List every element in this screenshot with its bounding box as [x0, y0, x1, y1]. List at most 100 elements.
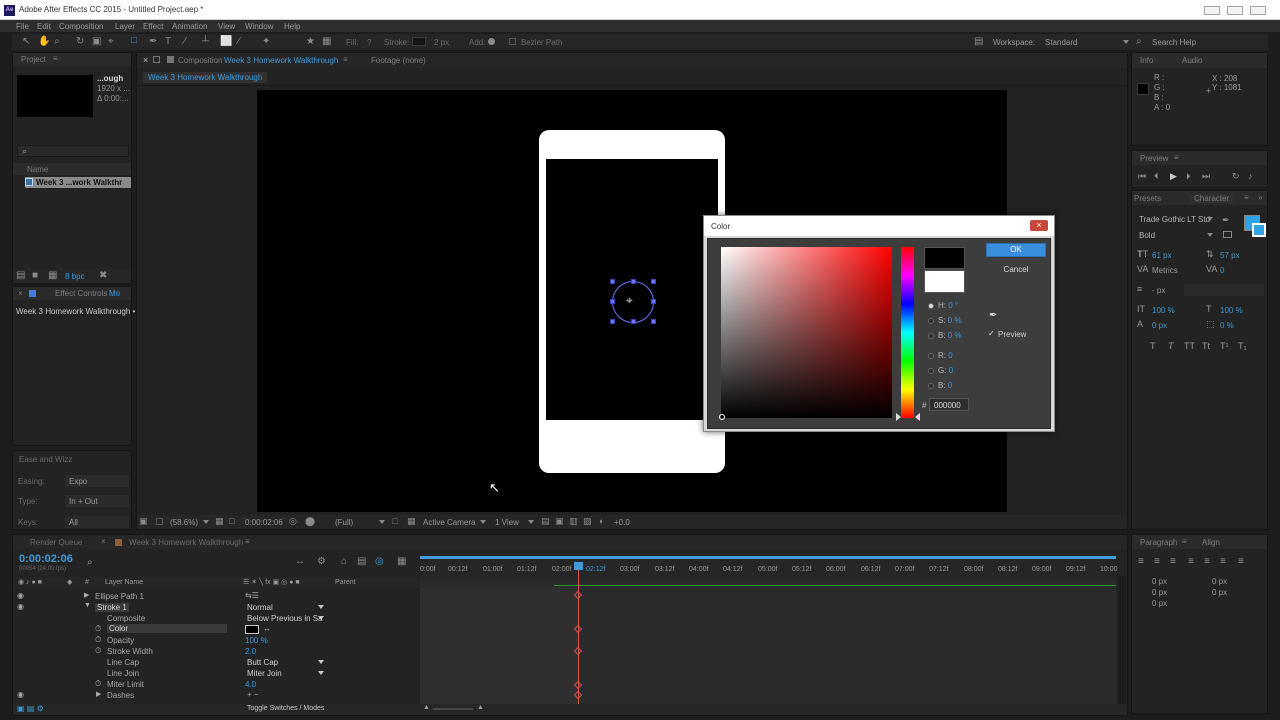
small-caps-icon[interactable]: Tt	[1202, 341, 1210, 351]
ok-button[interactable]: OK	[986, 243, 1046, 257]
layer-row-dashes[interactable]: ◉ ▶ Dashes + −	[17, 690, 431, 701]
ellipse-handle-bc[interactable]	[631, 319, 636, 324]
color-eyedropper-icon[interactable]: ↔	[263, 624, 271, 633]
quality-dropdown[interactable]: (Full)	[335, 518, 353, 527]
indent-left-value[interactable]: 0 px	[1152, 577, 1167, 586]
playhead[interactable]	[573, 562, 583, 704]
search-help-input[interactable]: Search Help	[1152, 38, 1196, 47]
close-icon[interactable]: ×	[18, 289, 23, 298]
color-value-swatch[interactable]	[245, 625, 259, 634]
transparency-icon[interactable]: ▦	[407, 515, 416, 527]
justify-left-icon[interactable]: ≡	[1188, 556, 1194, 567]
minimize-button[interactable]	[1204, 6, 1220, 15]
maximize-button[interactable]	[1227, 6, 1243, 15]
stopwatch-icon[interactable]: ⏱	[95, 624, 101, 634]
keys-dropdown[interactable]: All	[65, 516, 129, 528]
font-style-chevron-icon[interactable]	[1207, 233, 1213, 237]
menu-view[interactable]: View	[218, 22, 235, 31]
hide-shy-layers-icon[interactable]: ⌂	[341, 556, 347, 568]
layer-row-composite[interactable]: Composite Below Previous in Sa	[27, 613, 431, 624]
zoom-tool-icon[interactable]: ⌕	[54, 36, 60, 48]
menu-layer[interactable]: Layer	[115, 22, 135, 31]
line-join-chevron-icon[interactable]	[318, 671, 324, 675]
toggle-switches-modes[interactable]: Toggle Switches / Modes	[247, 705, 324, 712]
zoom-out-icon[interactable]: ▲	[423, 704, 430, 711]
line-cap-chevron-icon[interactable]	[318, 660, 324, 664]
character-menu-icon[interactable]: ≡	[1244, 193, 1249, 202]
tab-info[interactable]: Info	[1140, 56, 1153, 65]
hue-slider-left-arrow-icon[interactable]	[896, 413, 901, 421]
saturation-value[interactable]: 0 %	[948, 316, 962, 325]
cancel-button[interactable]: Cancel	[986, 263, 1046, 277]
menu-animation[interactable]: Animation	[172, 22, 208, 31]
brightness-value[interactable]: 0 %	[948, 331, 962, 340]
project-search-input[interactable]: ⌕	[17, 145, 129, 157]
zoom-in-icon[interactable]: ▲	[477, 704, 484, 711]
selection-tool-icon[interactable]: ↖	[22, 36, 30, 48]
project-item-selected[interactable]: Week 3 ...work Walkthr	[25, 177, 131, 188]
stroke-width-char-value[interactable]: - px	[1152, 286, 1165, 295]
menu-edit[interactable]: Edit	[37, 22, 51, 31]
star-icon[interactable]: ★	[306, 36, 315, 48]
comp-tab-menu-icon[interactable]: ≡	[343, 55, 348, 64]
stroke-swatch[interactable]	[412, 37, 426, 46]
blend-mode-dropdown[interactable]: Normal	[247, 603, 273, 612]
justify-right-icon[interactable]: ≡	[1220, 556, 1226, 567]
ellipse-handle-tc[interactable]	[631, 279, 636, 284]
channel-icon[interactable]: ⬤	[305, 515, 315, 527]
old-color-swatch[interactable]	[924, 270, 965, 293]
composite-dropdown[interactable]: Below Previous in Sa	[247, 614, 323, 623]
stroke-color-swatch[interactable]	[1252, 223, 1266, 237]
lock-icon[interactable]	[153, 56, 160, 63]
eraser-tool-icon[interactable]: ⬜	[220, 36, 232, 48]
zoom-chevron-icon[interactable]	[203, 520, 209, 524]
menu-file[interactable]: File	[16, 22, 29, 31]
align-right-icon[interactable]: ≡	[1170, 556, 1176, 567]
hue-radio[interactable]: H: 0 °	[928, 301, 958, 310]
track-area[interactable]	[420, 580, 1116, 704]
justify-all-icon[interactable]: ≡	[1238, 556, 1244, 567]
timeline-menu-icon[interactable]: ≡	[245, 537, 250, 546]
hue-value[interactable]: 0 °	[948, 301, 958, 310]
close-timeline-icon[interactable]: ×	[101, 537, 106, 546]
type-dropdown[interactable]: In + Out	[65, 495, 129, 507]
tab-presets[interactable]: Presets	[1134, 194, 1161, 203]
camera-tool-icon[interactable]: ▣	[92, 36, 101, 48]
hue-slider[interactable]	[901, 247, 914, 418]
hand-tool-icon[interactable]: ✋	[38, 36, 50, 48]
vertical-scale-value[interactable]: 100 %	[1152, 306, 1175, 315]
graph-editor-icon[interactable]: ▦	[397, 556, 406, 568]
audio-icon[interactable]: ♪	[1248, 170, 1253, 182]
horizontal-scale-value[interactable]: 100 %	[1220, 306, 1243, 315]
tab-align[interactable]: Align	[1202, 538, 1220, 547]
layer-row-stroke-width[interactable]: ⏱ Stroke Width 2.0	[27, 646, 431, 657]
baseline-value[interactable]: 0 px	[1152, 321, 1167, 330]
no-fill-swatch-icon[interactable]	[1223, 231, 1232, 238]
fill-value[interactable]: ?	[367, 38, 371, 47]
project-menu-icon[interactable]: ≡	[53, 54, 58, 63]
close-comp-icon[interactable]: ×	[143, 55, 148, 65]
green-radio[interactable]: G: 0	[928, 366, 953, 375]
type-tool-icon[interactable]: T	[165, 36, 171, 48]
pen-tool-icon[interactable]: ✒	[149, 36, 157, 48]
tsume-value[interactable]: 0 %	[1220, 321, 1234, 330]
superscript-icon[interactable]: T¹	[1220, 341, 1229, 351]
snapshot-icon[interactable]: ◎	[289, 515, 297, 527]
preview-checkbox[interactable]: ✓	[988, 329, 995, 338]
expand-arrow-icon[interactable]: ▶	[84, 591, 89, 599]
add-dash-icon[interactable]: + −	[247, 690, 259, 699]
miter-limit-value[interactable]: 4.0	[245, 680, 256, 689]
indent-right-value[interactable]: 0 px	[1212, 577, 1227, 586]
first-frame-icon[interactable]: ⏮	[1138, 170, 1146, 182]
subscript-icon[interactable]: T₁	[1238, 341, 1247, 351]
roto-brush-tool-icon[interactable]: ∕	[238, 36, 240, 48]
ellipse-handle-mr[interactable]	[651, 299, 656, 304]
character-overflow-icon[interactable]: »	[1258, 193, 1262, 202]
ellipse-handle-br[interactable]	[651, 319, 656, 324]
timeline-timecode[interactable]: 0:00:02:06	[19, 553, 73, 565]
footer-switch-icons[interactable]: ▣ ▤ ⚙	[17, 704, 44, 713]
anchor-point-icon[interactable]: ⌖	[626, 293, 633, 307]
comp-mini-flowchart-icon[interactable]: ↔	[295, 556, 305, 568]
grid-icon[interactable]: ▦	[322, 36, 331, 48]
eyedropper-char-icon[interactable]: ✒	[1222, 215, 1230, 226]
